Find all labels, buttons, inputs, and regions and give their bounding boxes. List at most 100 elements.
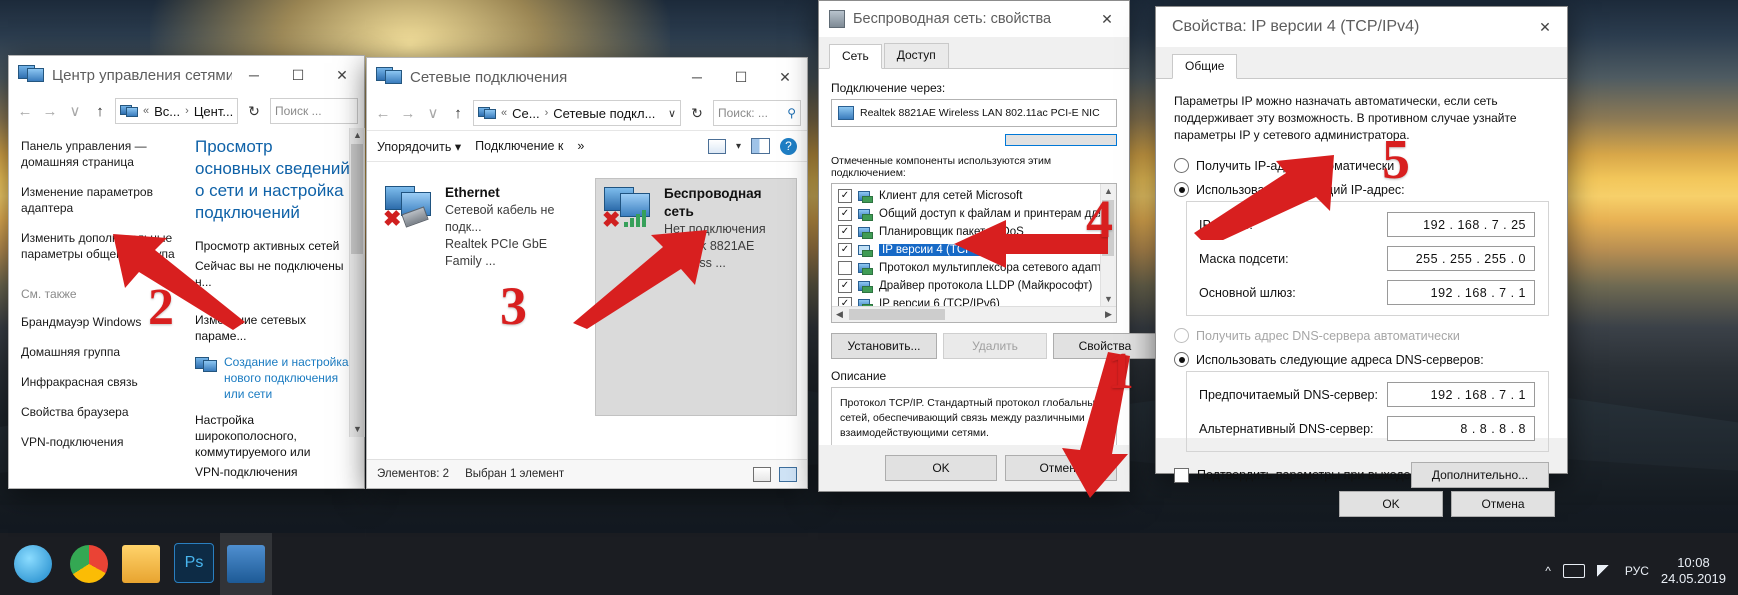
window-network-connections[interactable]: Сетевые подключения ─ ☐ ✕ ← → ∨ ↑ « Се..…	[366, 57, 808, 489]
navigation-bar[interactable]: ← → ∨ ↑ « Вс... › Цент... ∨ ↻ Поиск ...	[9, 94, 364, 128]
radio-dns-manual-row[interactable]: Использовать следующие адреса DNS-сервер…	[1174, 352, 1549, 367]
system-tray[interactable]: ^ РУС 10:08 24.05.2019	[1545, 555, 1726, 587]
forward-icon[interactable]: →	[398, 105, 418, 122]
battery-icon[interactable]	[1562, 564, 1585, 578]
radio-ip-auto-row[interactable]: Получить IP-адрес автоматически	[1174, 158, 1549, 173]
list-item[interactable]: Протокол мультиплексора сетевого адаптер…	[834, 259, 1116, 277]
scrollbar-thumb[interactable]	[351, 144, 363, 254]
scroll-right-icon[interactable]: ▶	[1101, 309, 1116, 320]
language-indicator[interactable]: РУС	[1625, 564, 1649, 578]
up-icon[interactable]: ↑	[90, 103, 110, 120]
back-icon[interactable]: ←	[373, 105, 393, 122]
explorer-icon[interactable]	[122, 545, 160, 583]
search-icon[interactable]: ⚲	[787, 106, 796, 120]
checkbox[interactable]: ✓	[838, 207, 852, 221]
link-vpn-connections[interactable]: VPN-подключения	[21, 434, 181, 450]
breadcrumb-part-1[interactable]: Се...	[512, 106, 539, 121]
recent-locations-icon[interactable]: ∨	[423, 104, 443, 122]
chevron-up-icon[interactable]: ^	[1545, 564, 1551, 578]
dialog-footer[interactable]: OK Отмена	[1156, 481, 1567, 527]
components-list[interactable]: ✓ Клиент для сетей Microsoft ✓ Общий дос…	[831, 183, 1117, 323]
maximize-button[interactable]: ☐	[276, 56, 320, 94]
search-input[interactable]: Поиск: ... ⚲	[713, 100, 801, 126]
minimize-button[interactable]: ─	[232, 56, 276, 94]
breadcrumb-part-1[interactable]: Вс...	[154, 104, 180, 119]
link-infrared[interactable]: Инфракрасная связь	[21, 374, 181, 390]
network-icon[interactable]	[1596, 564, 1613, 578]
configure-button[interactable]	[1005, 134, 1117, 146]
dialog-footer[interactable]: OK Отмена	[819, 445, 1129, 491]
preview-pane-icon[interactable]	[751, 138, 770, 154]
refresh-icon[interactable]: ↻	[686, 105, 708, 122]
dialog-wireless-properties[interactable]: Беспроводная сеть: свойства ✕ Сеть Досту…	[818, 0, 1157, 492]
list-item[interactable]: ✓ Общий доступ к файлам и принтерам для …	[834, 205, 1116, 223]
preferred-dns-input[interactable]: 192 . 168 . 7 . 1	[1387, 382, 1535, 407]
cancel-button[interactable]: Отмена	[1005, 455, 1117, 481]
photoshop-icon[interactable]: Ps	[174, 543, 214, 583]
winrar-icon[interactable]	[227, 545, 265, 583]
radio-ip-auto[interactable]	[1174, 158, 1189, 173]
link-homegroup[interactable]: Домашняя группа	[21, 344, 181, 360]
title-bar[interactable]: Сетевые подключения ─ ☐ ✕	[367, 58, 807, 96]
breadcrumb[interactable]: « Вс... › Цент... ∨	[115, 98, 238, 124]
field-row[interactable]: Основной шлюз: 192 . 168 . 7 . 1	[1199, 280, 1536, 305]
forward-icon[interactable]: →	[40, 103, 60, 120]
scroll-left-icon[interactable]: ◀	[832, 309, 847, 320]
checkbox[interactable]	[838, 261, 852, 275]
title-bar[interactable]: Свойства: IP версии 4 (TCP/IPv4) ✕	[1156, 7, 1567, 47]
connect-to-button[interactable]: Подключение к	[475, 139, 563, 153]
link-browser-properties[interactable]: Свойства браузера	[21, 404, 181, 420]
field-row[interactable]: Альтернативный DNS-сервер: 8 . 8 . 8 . 8	[1199, 416, 1536, 441]
link-change-adapter-settings[interactable]: Изменение параметров адаптера	[21, 184, 181, 216]
tab-strip[interactable]: Общие	[1156, 47, 1567, 79]
chevron-down-icon[interactable]: ▾	[736, 141, 741, 152]
tab-sharing[interactable]: Доступ	[883, 43, 949, 68]
link-control-panel-home[interactable]: Панель управления — домашняя страница	[21, 138, 181, 170]
command-bar[interactable]: Упорядочить ▾ Подключение к » ▾ ?	[367, 130, 807, 162]
ok-button[interactable]: OK	[1339, 491, 1443, 517]
scroll-down-icon[interactable]: ▼	[350, 422, 365, 437]
chrome-icon[interactable]	[70, 545, 108, 583]
title-bar[interactable]: Центр управления сетями и об... ─ ☐ ✕	[9, 56, 364, 94]
dialog-ipv4-properties[interactable]: Свойства: IP версии 4 (TCP/IPv4) ✕ Общие…	[1155, 6, 1568, 517]
close-button[interactable]: ✕	[1085, 0, 1129, 38]
recent-locations-icon[interactable]: ∨	[65, 102, 85, 120]
vertical-scrollbar[interactable]: ▲ ▼	[349, 128, 365, 437]
subnet-mask-input[interactable]: 255 . 255 . 255 . 0	[1387, 246, 1535, 271]
radio-dns-manual[interactable]	[1174, 352, 1189, 367]
list-item[interactable]: ✖ Беспроводная сеть Нет подключения Real…	[595, 178, 797, 416]
refresh-icon[interactable]: ↻	[243, 103, 265, 120]
link-change-sharing-settings[interactable]: Изменить дополнительные параметры общего…	[21, 230, 181, 262]
search-input[interactable]: Поиск ...	[270, 98, 358, 124]
taskbar[interactable]: Ps ^ РУС 10:08 24.05.2019	[0, 533, 1738, 595]
link-create-new-connection[interactable]: Создание и настройка нового подключения …	[224, 354, 350, 402]
list-item[interactable]: ✓ Драйвер протокола LLDP (Майкрософт)	[834, 277, 1114, 295]
checkbox[interactable]: ✓	[838, 279, 852, 293]
maximize-button[interactable]: ☐	[719, 58, 763, 96]
scroll-down-icon[interactable]: ▼	[1101, 292, 1116, 307]
list-horizontal-scrollbar[interactable]: ◀ ▶	[832, 306, 1116, 322]
large-icons-view-icon[interactable]	[779, 466, 797, 482]
list-item[interactable]: ✓ Планировщик пакетов QoS	[834, 223, 1114, 241]
breadcrumb[interactable]: « Се... › Сетевые подкл... ∨	[473, 100, 681, 126]
ok-button[interactable]: OK	[885, 455, 997, 481]
radio-ip-manual-row[interactable]: Использовать следующий IP-адрес:	[1174, 182, 1549, 197]
close-button[interactable]: ✕	[320, 56, 364, 94]
overflow-button[interactable]: »	[577, 139, 584, 153]
navigation-bar[interactable]: ← → ∨ ↑ « Се... › Сетевые подкл... ∨ ↻ П…	[367, 96, 807, 130]
details-view-icon[interactable]	[753, 466, 771, 482]
radio-dns-auto-row[interactable]: Получить адрес DNS-сервера автоматически	[1174, 328, 1549, 343]
breadcrumb-part-2[interactable]: Сетевые подкл...	[553, 106, 655, 121]
tab-strip[interactable]: Сеть Доступ	[819, 37, 1129, 69]
back-icon[interactable]: ←	[15, 103, 35, 120]
window-network-sharing-center[interactable]: Центр управления сетями и об... ─ ☐ ✕ ← …	[8, 55, 365, 489]
scrollbar-thumb[interactable]	[849, 309, 945, 320]
checkbox[interactable]: ✓	[838, 225, 852, 239]
scroll-up-icon[interactable]: ▲	[350, 128, 365, 143]
tab-network[interactable]: Сеть	[829, 44, 882, 69]
help-icon[interactable]: ?	[780, 137, 797, 155]
close-button[interactable]: ✕	[1523, 8, 1567, 46]
ip-address-input[interactable]: 192 . 168 . 7 . 25	[1387, 212, 1535, 237]
default-gateway-input[interactable]: 192 . 168 . 7 . 1	[1387, 280, 1535, 305]
organize-button[interactable]: Упорядочить ▾	[377, 139, 461, 154]
